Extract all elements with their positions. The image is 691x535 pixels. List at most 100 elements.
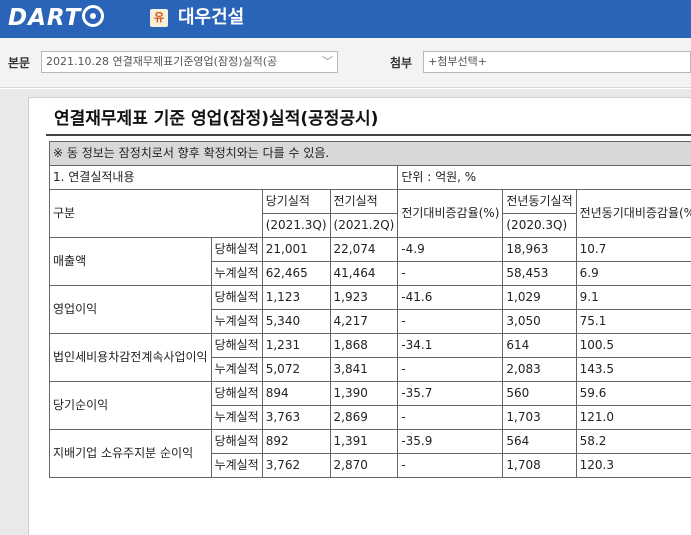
title-divider xyxy=(46,134,691,136)
yoy-value: 614 xyxy=(502,333,577,358)
company-name: 대우건설 xyxy=(178,7,245,28)
item-label: 매출액 xyxy=(49,237,212,286)
current-value: 1,231 xyxy=(261,333,331,358)
dart-logo[interactable]: DART xyxy=(8,4,105,32)
period-label: 당해실적 xyxy=(210,429,263,454)
logo-mark-icon xyxy=(82,5,105,27)
yoy-rate-value: 59.6 xyxy=(575,381,691,406)
table-row: ※ 동 정보는 잠정치로서 향후 확정치와는 다를 수 있음. xyxy=(49,141,691,166)
table-row: 매출액 당해실적 21,001 22,074 -4.9 18,963 10.7 xyxy=(49,237,691,286)
period-label: 당해실적 xyxy=(210,381,263,406)
section-title: 1. 연결실적내용 xyxy=(48,165,399,190)
yoy-value: 3,050 xyxy=(502,309,577,334)
yoy-value: 1,029 xyxy=(502,285,577,310)
yoy-rate-value: 75.1 xyxy=(575,309,691,334)
current-value: 5,072 xyxy=(261,357,331,382)
previous-value: 22,074 xyxy=(329,237,399,262)
yoy-rate-value: 121.0 xyxy=(575,405,691,430)
yoy-value: 560 xyxy=(502,381,577,406)
previous-value: 1,391 xyxy=(329,429,399,454)
previous-value: 4,217 xyxy=(329,309,399,334)
dart-header: DART 유 대우건설 xyxy=(0,0,691,38)
period-label: 당해실적 xyxy=(210,237,263,262)
yoy-value: 1,708 xyxy=(502,453,577,478)
current-value: 3,762 xyxy=(261,453,331,478)
period-label: 누계실적 xyxy=(210,453,263,478)
qoq-value: -41.6 xyxy=(397,285,504,310)
previous-value: 1,868 xyxy=(329,333,399,358)
report-label: 본문 xyxy=(8,56,31,70)
table-row: 법인세비용차감전계속사업이익 당해실적 1,231 1,868 -34.1 61… xyxy=(49,333,691,382)
chevron-down-icon: ﹀ xyxy=(322,55,333,68)
yoy-value: 1,703 xyxy=(502,405,577,430)
current-value: 62,465 xyxy=(261,261,331,286)
item-label: 지배기업 소유주지분 순이익 xyxy=(49,429,212,478)
period-label: 누계실적 xyxy=(210,405,263,430)
previous-period: (2021.2Q) xyxy=(329,213,399,238)
previous-value: 2,869 xyxy=(329,405,399,430)
period-label: 누계실적 xyxy=(210,309,263,334)
period-label: 당해실적 xyxy=(210,333,263,358)
item-label: 법인세비용차감전계속사업이익 xyxy=(49,333,212,382)
period-label: 누계실적 xyxy=(210,357,263,382)
previous-value: 1,390 xyxy=(329,381,399,406)
period-label: 누계실적 xyxy=(210,261,263,286)
yoy-rate-value: 100.5 xyxy=(575,333,691,358)
current-value: 1,123 xyxy=(261,285,331,310)
qoq-header: 전기대비증감율(%) xyxy=(397,189,504,238)
notice-text: ※ 동 정보는 잠정치로서 향후 확정치와는 다를 수 있음. xyxy=(49,141,691,166)
qoq-value: - xyxy=(397,309,504,334)
table-row: 영업이익 당해실적 1,123 1,923 -41.6 1,029 9.1 xyxy=(49,285,691,334)
period-label: 당해실적 xyxy=(210,285,263,310)
table-header-row: 구분 당기실적 전기실적 전기대비증감율(%) 전년동기실적 전년동기대비증감율… xyxy=(49,189,691,238)
unit-text: 단위 : 억원, % xyxy=(397,165,691,190)
yoy-rate-value: 120.3 xyxy=(575,453,691,478)
qoq-value: -35.7 xyxy=(397,381,504,406)
current-header: 당기실적 xyxy=(261,189,331,214)
table-row: 1. 연결실적내용 단위 : 억원, % xyxy=(48,165,691,190)
current-value: 3,763 xyxy=(261,405,331,430)
yoy-rate-value: 10.7 xyxy=(575,237,691,262)
yoy-rate-value: 143.5 xyxy=(575,357,691,382)
yoy-rate-value: 6.9 xyxy=(575,261,691,286)
previous-value: 3,841 xyxy=(329,357,399,382)
yoy-rate-value: 9.1 xyxy=(575,285,691,310)
previous-value: 41,464 xyxy=(329,261,399,286)
item-label: 영업이익 xyxy=(49,285,212,334)
qoq-value: -34.1 xyxy=(397,333,504,358)
table-row: 지배기업 소유주지분 순이익 당해실적 892 1,391 -35.9 564 … xyxy=(49,429,691,478)
yoy-rate-value: 58.2 xyxy=(575,429,691,454)
yoy-value: 18,963 xyxy=(502,237,577,262)
qoq-value: -4.9 xyxy=(397,237,504,262)
logo-text: DART xyxy=(8,5,82,31)
category-header: 구분 xyxy=(49,189,263,238)
previous-value: 2,870 xyxy=(329,453,399,478)
corp-class-badge: 유 xyxy=(150,9,168,27)
table-row: 당기순이익 당해실적 894 1,390 -35.7 560 59.6 xyxy=(49,381,691,430)
yoy-period: (2020.3Q) xyxy=(502,213,577,238)
yoy-value: 2,083 xyxy=(502,357,577,382)
yoy-value: 58,453 xyxy=(502,261,577,286)
yoy-rate-header: 전년동기대비증감율(%) xyxy=(575,189,691,238)
current-value: 5,340 xyxy=(261,309,331,334)
qoq-value: - xyxy=(397,357,504,382)
results-table: ※ 동 정보는 잠정치로서 향후 확정치와는 다를 수 있음. 1. 연결실적내… xyxy=(48,141,691,478)
qoq-value: - xyxy=(397,453,504,478)
qoq-value: - xyxy=(397,261,504,286)
document-toolbar: 본문 2021.10.28 연결재무제표기준영업(잠정)실적(공 ﹀ 첨부 +첨… xyxy=(0,38,691,88)
current-value: 892 xyxy=(261,429,331,454)
current-value: 21,001 xyxy=(261,237,331,262)
previous-header: 전기실적 xyxy=(329,189,399,214)
previous-value: 1,923 xyxy=(329,285,399,310)
attach-select[interactable]: +첨부선택+ xyxy=(423,51,691,73)
report-select-value: 2021.10.28 연결재무제표기준영업(잠정)실적(공 xyxy=(46,55,278,68)
qoq-value: -35.9 xyxy=(397,429,504,454)
qoq-value: - xyxy=(397,405,504,430)
yoy-value: 564 xyxy=(502,429,577,454)
document-title: 연결재무제표 기준 영업(잠정)실적(공정공시) xyxy=(54,109,379,129)
current-value: 894 xyxy=(261,381,331,406)
report-select[interactable]: 2021.10.28 연결재무제표기준영업(잠정)실적(공 ﹀ xyxy=(41,51,338,73)
yoy-header: 전년동기실적 xyxy=(502,189,577,214)
current-period: (2021.3Q) xyxy=(261,213,331,238)
item-label: 당기순이익 xyxy=(49,381,212,430)
